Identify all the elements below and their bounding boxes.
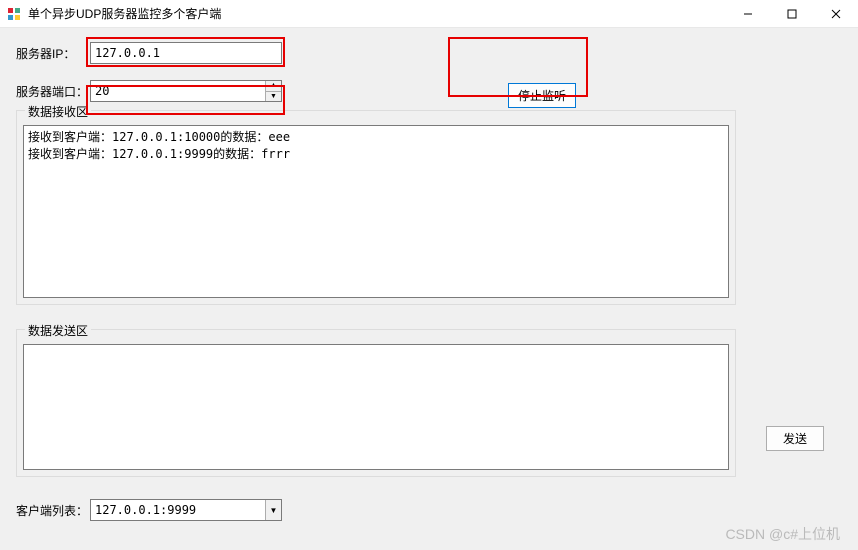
stop-listen-button[interactable]: 停止监听: [508, 83, 576, 108]
client-list-label: 客户端列表：: [16, 502, 90, 519]
server-ip-label: 服务器IP：: [16, 45, 90, 62]
port-up-icon[interactable]: ▲: [266, 81, 281, 92]
receive-textarea[interactable]: 接收到客户端：127.0.0.1:10000的数据：eee 接收到客户端：127…: [23, 125, 729, 298]
app-icon: [6, 6, 22, 22]
send-group-title: 数据发送区: [25, 322, 91, 339]
server-port-label: 服务器端口：: [16, 83, 90, 100]
chevron-down-icon[interactable]: ▼: [265, 500, 281, 520]
window-title: 单个异步UDP服务器监控多个客户端: [28, 5, 726, 22]
server-port-stepper[interactable]: ▲ ▼: [90, 80, 282, 102]
receive-groupbox: 数据接收区 接收到客户端：127.0.0.1:10000的数据：eee 接收到客…: [16, 110, 736, 305]
server-ip-input[interactable]: [90, 42, 282, 64]
send-groupbox: 数据发送区: [16, 329, 736, 477]
server-port-input[interactable]: [91, 81, 265, 101]
port-down-icon[interactable]: ▼: [266, 92, 281, 102]
client-selected-value: 127.0.0.1:9999: [91, 503, 265, 517]
send-button[interactable]: 发送: [766, 426, 824, 451]
maximize-button[interactable]: [770, 0, 814, 28]
stop-listen-label: 停止监听: [518, 87, 566, 104]
close-button[interactable]: [814, 0, 858, 28]
send-textarea[interactable]: [23, 344, 729, 470]
minimize-button[interactable]: [726, 0, 770, 28]
watermark-text: CSDN @c#上位机: [725, 524, 840, 544]
client-list-combobox[interactable]: 127.0.0.1:9999 ▼: [90, 499, 282, 521]
send-button-label: 发送: [783, 430, 807, 447]
window-controls: [726, 0, 858, 27]
titlebar: 单个异步UDP服务器监控多个客户端: [0, 0, 858, 28]
receive-group-title: 数据接收区: [25, 103, 91, 120]
